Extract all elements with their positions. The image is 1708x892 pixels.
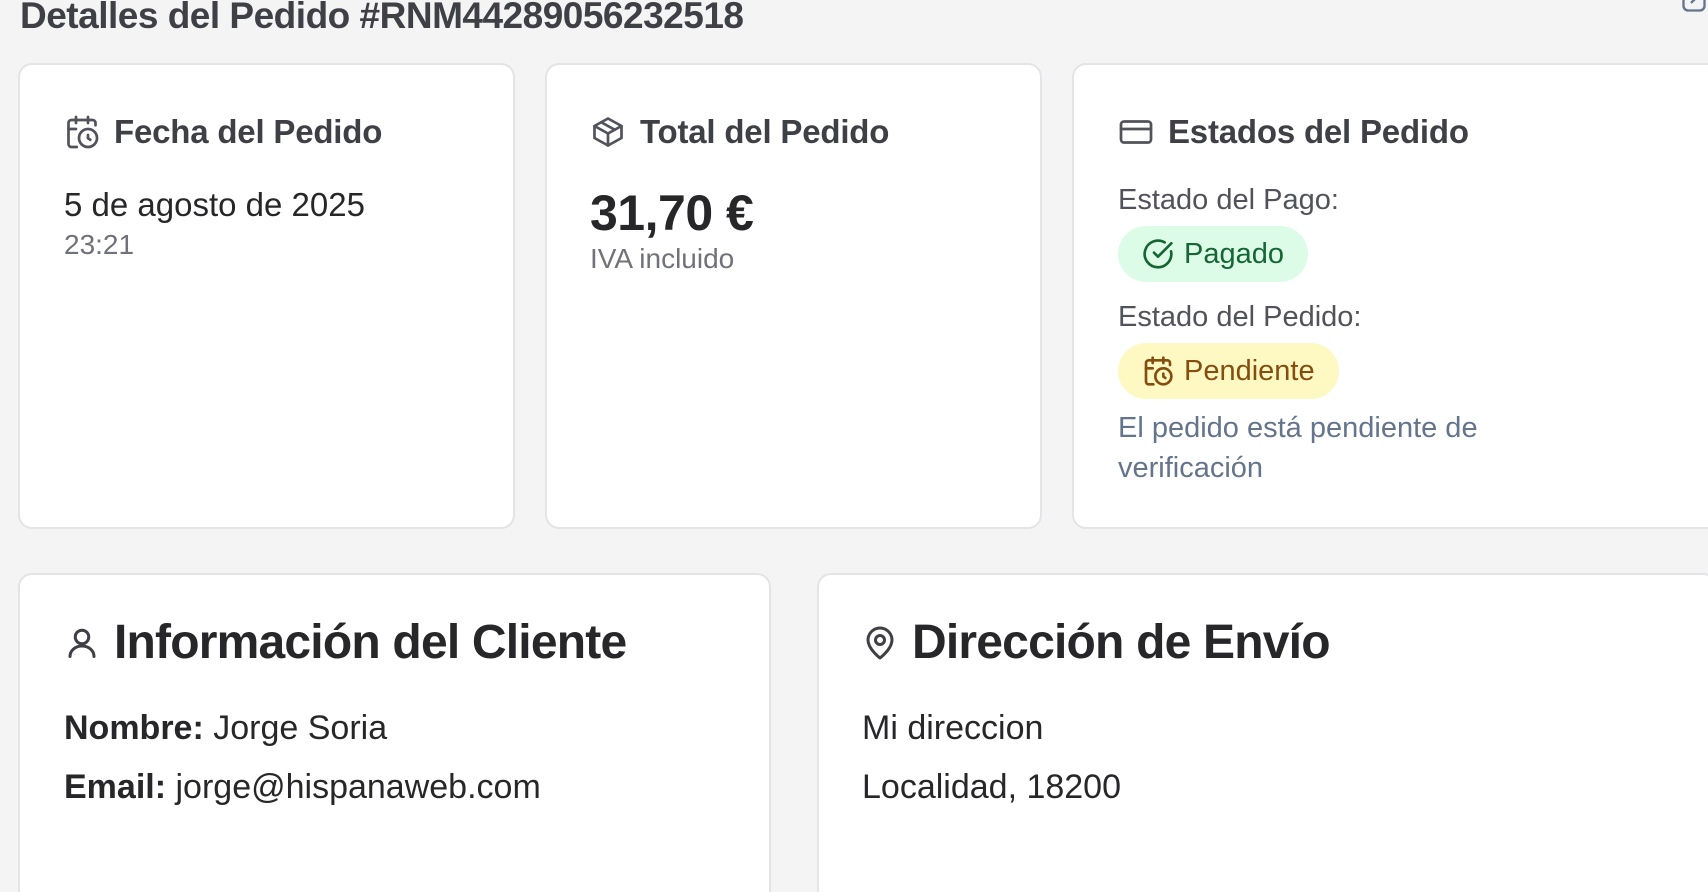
order-total-amount: 31,70 € <box>590 185 754 241</box>
order-status-title: Estados del Pedido <box>1168 113 1469 150</box>
order-status-header: Estados del Pedido <box>1118 113 1469 151</box>
customer-info-card: Información del Cliente Nombre: Jorge So… <box>18 573 771 892</box>
order-status-label: Estado del Pedido: <box>1118 301 1362 333</box>
customer-email-row: Email: jorge@hispanaweb.com <box>64 768 541 807</box>
order-total-card: Total del Pedido 31,70 € IVA incluido <box>545 63 1042 529</box>
customer-info-header: Información del Cliente <box>64 615 627 670</box>
customer-email-value: jorge@hispanaweb.com <box>175 768 541 806</box>
order-details-page: Detalles del Pedido #RNM44289056232518 F… <box>0 0 1708 892</box>
shipping-address-line: Mi direccion <box>862 709 1044 747</box>
package-icon <box>590 114 626 150</box>
order-total-header: Total del Pedido <box>590 113 889 151</box>
payment-status-text: Pagado <box>1184 237 1284 270</box>
credit-card-icon <box>1118 114 1154 150</box>
shipping-address-header: Dirección de Envío <box>862 615 1331 670</box>
page-title: Detalles del Pedido #RNM44289056232518 <box>20 0 744 36</box>
order-status-badge: Pendiente <box>1118 343 1339 399</box>
calendar-clock-icon <box>1142 355 1174 387</box>
calendar-clock-icon <box>64 114 100 150</box>
order-status-note: El pedido está pendiente de verificación <box>1118 412 1478 484</box>
order-time-value: 23:21 <box>64 229 135 260</box>
external-link-icon[interactable] <box>1680 0 1708 14</box>
order-status-card: Estados del Pedido Estado del Pago: Paga… <box>1072 63 1708 529</box>
customer-name-row: Nombre: Jorge Soria <box>64 709 387 748</box>
order-total-title: Total del Pedido <box>640 113 890 150</box>
customer-email-label: Email: <box>64 768 167 806</box>
check-circle-icon <box>1142 238 1174 270</box>
tax-included-note: IVA incluido <box>590 243 735 274</box>
payment-status-badge: Pagado <box>1118 226 1308 282</box>
customer-info-title: Información del Cliente <box>114 616 627 669</box>
customer-name-label: Nombre: <box>64 709 204 747</box>
shipping-locality-line: Localidad, 18200 <box>862 768 1122 806</box>
shipping-address-title: Dirección de Envío <box>912 616 1331 669</box>
map-pin-icon <box>862 625 898 661</box>
order-date-header: Fecha del Pedido <box>64 113 382 151</box>
customer-name-value: Jorge Soria <box>213 709 388 747</box>
order-date-card: Fecha del Pedido 5 de agosto de 2025 23:… <box>18 63 515 529</box>
payment-status-label: Estado del Pago: <box>1118 184 1339 216</box>
user-icon <box>64 625 100 661</box>
order-date-title: Fecha del Pedido <box>114 113 383 150</box>
order-status-text: Pendiente <box>1184 354 1315 387</box>
shipping-address-card: Dirección de Envío Mi direccion Localida… <box>817 573 1708 892</box>
order-date-value: 5 de agosto de 2025 <box>64 186 365 223</box>
